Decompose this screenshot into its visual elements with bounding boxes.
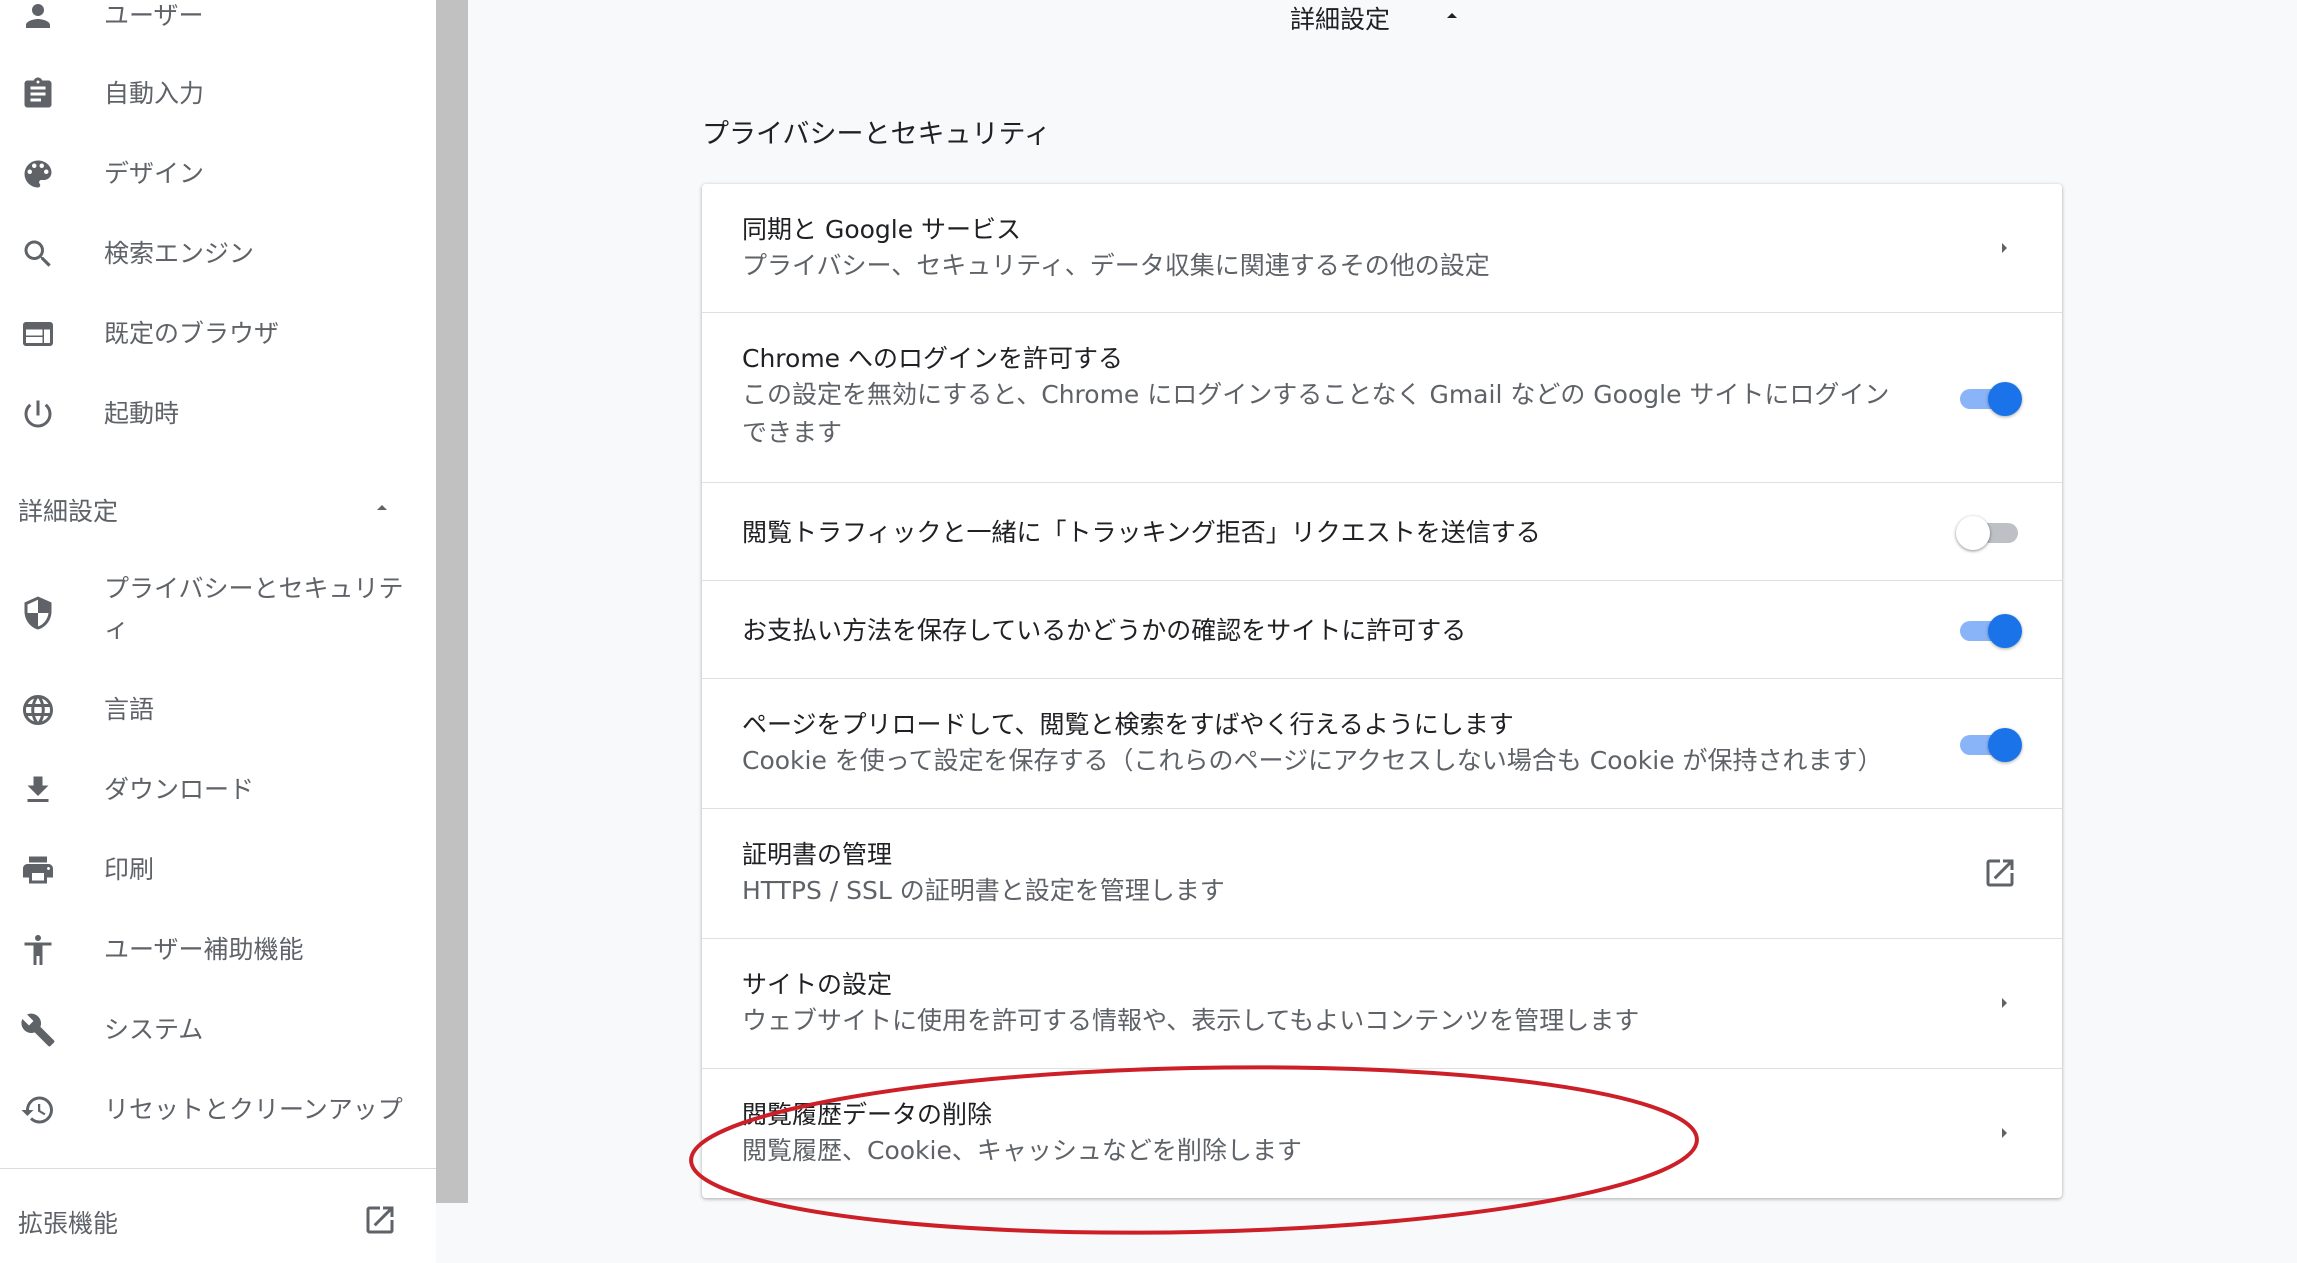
- sidebar-divider: [0, 1168, 436, 1169]
- sidebar-item-label: 印刷: [104, 855, 155, 884]
- sidebar-advanced-toggle[interactable]: 詳細設定: [0, 488, 436, 534]
- privacy-settings-card: 同期と Google サービス プライバシー、セキュリティ、データ収集に関連する…: [702, 184, 2062, 1198]
- toggle-preload-pages[interactable]: [1958, 726, 2022, 762]
- row-do-not-track: 閲覧トラフィックと一緒に「トラッキング拒否」リクエストを送信する: [702, 482, 2062, 581]
- toggle-payment-methods[interactable]: [1958, 612, 2022, 648]
- sidebar-item-reset[interactable]: リセットとクリーンアップ: [0, 1070, 436, 1150]
- row-subtitle: プライバシー、セキュリティ、データ収集に関連するその他の設定: [742, 251, 1490, 280]
- row-title: ページをプリロードして、閲覧と検索をすばやく行えるようにします: [742, 710, 1514, 739]
- clipboard-icon: [18, 74, 58, 114]
- shield-icon: [18, 593, 58, 633]
- sidebar-scrollbar[interactable]: [436, 0, 468, 1203]
- sidebar-advanced-label: 詳細設定: [18, 497, 119, 526]
- sidebar-item-label: ダウンロード: [104, 775, 255, 804]
- row-subtitle-line1: この設定を無効にすると、Chrome にログインすることなく Gmail などの…: [742, 380, 1890, 409]
- row-title: お支払い方法を保存しているかどうかの確認をサイトに許可する: [742, 616, 1467, 645]
- row-payment-methods: お支払い方法を保存しているかどうかの確認をサイトに許可する: [702, 580, 2062, 679]
- sidebar-item-autofill[interactable]: 自動入力: [0, 54, 436, 134]
- browser-window-icon: [18, 314, 58, 354]
- sidebar-item-search-engine[interactable]: 検索エンジン: [0, 214, 436, 294]
- advanced-section-label: 詳細設定: [1290, 5, 1391, 34]
- history-icon: [18, 1090, 58, 1130]
- row-subtitle: HTTPS / SSL の証明書と設定を管理します: [742, 876, 1225, 905]
- sidebar-item-label: デザイン: [104, 159, 205, 188]
- row-title: Chrome へのログインを許可する: [742, 344, 1124, 373]
- settings-sidebar: ユーザー 自動入力 デザイン 検索エンジン 既定のブラウザ 起動時 詳細設定 プ…: [0, 0, 436, 1263]
- sidebar-item-printing[interactable]: 印刷: [0, 830, 436, 910]
- accessibility-icon: [18, 930, 58, 970]
- row-subtitle: 閲覧履歴、Cookie、キャッシュなどを削除します: [742, 1136, 1302, 1165]
- open-in-new-icon: [362, 1202, 402, 1242]
- download-icon: [18, 770, 58, 810]
- row-preload-pages: ページをプリロードして、閲覧と検索をすばやく行えるようにします Cookie を…: [702, 678, 2062, 809]
- arrow-right-icon: [1992, 991, 2016, 1015]
- row-manage-certificates[interactable]: 証明書の管理 HTTPS / SSL の証明書と設定を管理します: [702, 808, 2062, 939]
- search-icon: [18, 234, 58, 274]
- sidebar-item-user[interactable]: ユーザー: [0, 0, 436, 56]
- row-title: 同期と Google サービス: [742, 215, 1022, 244]
- sidebar-item-label: 言語: [104, 695, 155, 724]
- sidebar-item-label: 自動入力: [104, 79, 205, 108]
- arrow-right-icon: [1992, 1121, 2016, 1145]
- toggle-knob: [1988, 728, 2022, 762]
- palette-icon: [18, 154, 58, 194]
- arrow-up-icon: [1440, 4, 1464, 28]
- row-clear-browsing-data[interactable]: 閲覧履歴データの削除 閲覧履歴、Cookie、キャッシュなどを削除します: [702, 1068, 2062, 1199]
- sidebar-item-label-line2: ィ: [104, 614, 130, 643]
- row-title: サイトの設定: [742, 970, 893, 999]
- row-subtitle: Cookie を使って設定を保存する（これらのページにアクセスしない場合も Co…: [742, 746, 1883, 775]
- toggle-knob: [1956, 516, 1990, 550]
- sidebar-item-label: 起動時: [104, 399, 180, 428]
- row-sync-google-services[interactable]: 同期と Google サービス プライバシー、セキュリティ、データ収集に関連する…: [702, 184, 2062, 312]
- row-title: 証明書の管理: [742, 840, 893, 869]
- sidebar-item-on-startup[interactable]: 起動時: [0, 374, 436, 454]
- toggle-knob: [1988, 382, 2022, 416]
- toggle-do-not-track[interactable]: [1956, 514, 2022, 550]
- sidebar-item-default-browser[interactable]: 既定のブラウザ: [0, 294, 436, 374]
- sidebar-item-label: ユーザー: [104, 1, 204, 30]
- open-in-new-icon: [1982, 855, 2022, 895]
- sidebar-item-label: 拡張機能: [18, 1209, 119, 1238]
- arrow-right-icon: [1992, 236, 2016, 260]
- wrench-icon: [18, 1010, 58, 1050]
- sidebar-item-label: リセットとクリーンアップ: [104, 1095, 403, 1124]
- toggle-allow-chrome-signin[interactable]: [1958, 380, 2022, 416]
- row-subtitle: ウェブサイトに使用を許可する情報や、表示してもよいコンテンツを管理します: [742, 1006, 1640, 1035]
- sidebar-item-label-line1: プライバシーとセキュリテ: [104, 574, 404, 603]
- sidebar-item-label: 既定のブラウザ: [104, 319, 280, 348]
- sidebar-item-label: ユーザー補助機能: [104, 935, 304, 964]
- sidebar-item-label: 検索エンジン: [104, 239, 255, 268]
- sidebar-item-accessibility[interactable]: ユーザー補助機能: [0, 910, 436, 990]
- row-title: 閲覧履歴データの削除: [742, 1100, 993, 1129]
- section-title: プライバシーとセキュリティ: [702, 119, 1051, 150]
- sidebar-item-extensions[interactable]: 拡張機能: [0, 1186, 436, 1262]
- toggle-knob: [1988, 614, 2022, 648]
- sidebar-item-label: システム: [104, 1015, 204, 1044]
- power-icon: [18, 394, 58, 434]
- row-subtitle-line2: できます: [742, 418, 843, 447]
- arrow-up-icon: [370, 496, 394, 520]
- row-title: 閲覧トラフィックと一緒に「トラッキング拒否」リクエストを送信する: [742, 518, 1541, 547]
- row-allow-chrome-signin: Chrome へのログインを許可する この設定を無効にすると、Chrome にロ…: [702, 312, 2062, 483]
- printer-icon: [18, 850, 58, 890]
- sidebar-item-appearance[interactable]: デザイン: [0, 134, 436, 214]
- sidebar-item-downloads[interactable]: ダウンロード: [0, 750, 436, 830]
- sidebar-item-system[interactable]: システム: [0, 990, 436, 1070]
- sidebar-item-languages[interactable]: 言語: [0, 670, 436, 750]
- person-icon: [18, 0, 58, 36]
- globe-icon: [18, 690, 58, 730]
- sidebar-item-privacy-security[interactable]: プライバシーとセキュリテ ィ: [0, 566, 436, 660]
- row-site-settings[interactable]: サイトの設定 ウェブサイトに使用を許可する情報や、表示してもよいコンテンツを管理…: [702, 938, 2062, 1069]
